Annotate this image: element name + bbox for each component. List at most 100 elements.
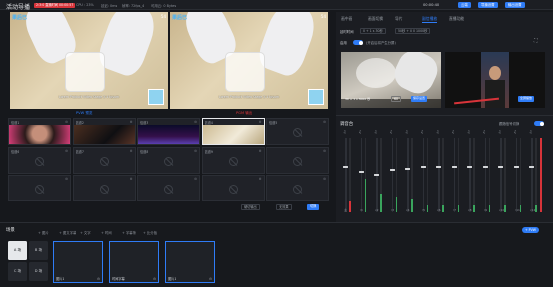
fader-knob[interactable] xyxy=(436,166,441,169)
output-settings-button[interactable]: 输出设置 xyxy=(505,2,525,8)
fader-knob[interactable] xyxy=(529,166,534,169)
settings-icon[interactable]: ⚙ xyxy=(130,120,133,124)
channel-tile[interactable]: 信道9 ⚙ xyxy=(201,146,265,174)
settings-icon[interactable]: ⚙ xyxy=(323,177,326,181)
preview-save-button[interactable]: 保存设置 xyxy=(411,96,428,102)
layer-button[interactable]: B 场 xyxy=(29,241,48,260)
scene-tool-button[interactable]: + 图文字幕 xyxy=(59,230,76,235)
headphone-icon[interactable]: ♫ xyxy=(529,130,532,134)
right-tab[interactable]: 副信播放 xyxy=(422,16,438,23)
layer-button[interactable]: D 场 xyxy=(29,262,48,281)
fader-knob[interactable] xyxy=(513,166,519,169)
cut-button[interactable]: 切换 xyxy=(307,204,320,210)
headphone-icon[interactable]: ♫ xyxy=(467,130,470,134)
level-meter-fill xyxy=(488,204,490,212)
settings-icon[interactable]: ⚙ xyxy=(130,149,133,153)
channel-tile[interactable]: 信道8 ⚙ xyxy=(137,146,200,174)
settings-icon[interactable]: ⚙ xyxy=(65,177,68,181)
channel-tile[interactable]: 信道1 ⚙ xyxy=(8,118,71,145)
channel-tile[interactable]: 信道4 ⚙ xyxy=(201,118,265,145)
channel-label: 信道5 xyxy=(269,121,278,125)
stat-cpu: CPU : 23% xyxy=(76,3,94,7)
cloud-button[interactable]: 云端 xyxy=(458,2,471,8)
scene-tool-button[interactable]: + 比分板 xyxy=(143,230,157,235)
channel-tile[interactable]: 信道6 ⚙ xyxy=(8,146,71,174)
fader-knob[interactable] xyxy=(482,166,488,169)
settings-icon[interactable]: ⚙ xyxy=(194,149,197,153)
fader-knob[interactable] xyxy=(343,166,348,169)
fader-knob[interactable] xyxy=(389,169,395,172)
layer-button[interactable]: C 场 xyxy=(8,262,27,281)
preview-volume[interactable]: 60 xyxy=(391,96,402,102)
headphone-icon[interactable]: ♫ xyxy=(359,130,362,134)
scene-card[interactable]: 图片1 ⚙ xyxy=(165,241,215,283)
headphone-icon[interactable]: ♫ xyxy=(514,130,517,134)
fader-knob[interactable] xyxy=(467,166,472,169)
director-settings-button[interactable]: 导播设置 xyxy=(478,2,498,8)
channel-tile[interactable]: ⚙ xyxy=(72,175,136,201)
settings-icon[interactable]: ⚙ xyxy=(130,177,133,181)
channel-thumbnail xyxy=(9,125,70,144)
right-tab[interactable]: 画中画 xyxy=(341,16,352,22)
channel-tile[interactable]: 信道7 ⚙ xyxy=(72,146,136,174)
headphone-icon[interactable]: ♫ xyxy=(343,130,346,134)
headphone-icon[interactable]: ♫ xyxy=(498,130,501,134)
app-title: 活动导播 xyxy=(6,4,31,11)
fader-knob[interactable] xyxy=(451,166,457,169)
enable-toggle[interactable] xyxy=(353,40,363,45)
effect-select[interactable]: 无效果 xyxy=(276,204,292,210)
delay-option-1[interactable]: 0 + 1 s 30秒 xyxy=(360,28,386,34)
scene-card[interactable]: 图片1 ⚙ xyxy=(53,241,103,283)
settings-icon[interactable]: ⚙ xyxy=(259,149,262,153)
scene-card-settings-icon[interactable]: ⚙ xyxy=(97,277,100,281)
scene-tool-button[interactable]: + 字幕条 xyxy=(122,230,136,235)
scene-card[interactable]: 时间字幕 ⚙ xyxy=(109,241,159,283)
fader-knob[interactable] xyxy=(498,166,503,169)
scene-tool-button[interactable]: + 图片 xyxy=(38,230,49,235)
scene-tool-button[interactable]: + 文字 xyxy=(80,230,91,235)
fader-knob[interactable] xyxy=(420,166,426,169)
settings-icon[interactable]: ⚙ xyxy=(323,120,326,124)
channel-tile[interactable]: ⚙ xyxy=(201,175,265,201)
channel-tile[interactable]: 信道5 ⚙ xyxy=(266,118,329,145)
follow-toggle[interactable] xyxy=(534,121,544,126)
scene-card-settings-icon[interactable]: ⚙ xyxy=(209,277,212,281)
scene-card-settings-icon[interactable]: ⚙ xyxy=(153,277,156,281)
layer-button[interactable]: A 场 xyxy=(8,241,27,260)
headphone-icon[interactable]: ♫ xyxy=(374,130,377,134)
settings-icon[interactable]: ⚙ xyxy=(259,177,262,181)
settings-icon[interactable]: ⚙ xyxy=(194,120,197,124)
headphone-icon[interactable]: ♫ xyxy=(436,130,439,134)
transition-select[interactable]: 硬切输出 xyxy=(241,204,260,210)
delay-option-2[interactable]: 50秒 + 0 0 1000秒 xyxy=(395,28,431,34)
headphone-icon[interactable]: ♫ xyxy=(390,130,393,134)
level-meter-fill xyxy=(349,200,351,212)
settings-icon[interactable]: ⚙ xyxy=(65,149,68,153)
fader-knob[interactable] xyxy=(374,173,379,176)
settings-icon[interactable]: ⚙ xyxy=(65,120,68,124)
fullscreen-play-button[interactable]: 全屏播放 xyxy=(518,96,535,102)
channel-tile[interactable]: 信道3 ⚙ xyxy=(137,118,200,145)
headphone-icon[interactable]: ♫ xyxy=(421,130,424,134)
channel-tile[interactable]: 信道2 ⚙ xyxy=(72,118,136,145)
channel-tile[interactable]: ⚙ xyxy=(8,175,71,201)
channel-tile[interactable]: ⚙ xyxy=(266,146,329,174)
headphone-icon[interactable]: ♫ xyxy=(452,130,455,134)
settings-icon[interactable]: ⚙ xyxy=(194,177,197,181)
right-tab[interactable]: 导片 xyxy=(395,16,403,22)
channel-tile[interactable]: ⚙ xyxy=(266,175,329,201)
settings-icon[interactable]: ⚙ xyxy=(323,149,326,153)
scene-tool-button[interactable]: + 时间 xyxy=(101,230,112,235)
add-to-pvw-button[interactable]: + PVW xyxy=(522,227,539,233)
fullscreen-icon[interactable]: ⛶ xyxy=(534,38,538,44)
channel-tile[interactable]: ⚙ xyxy=(137,175,200,201)
settings-icon[interactable]: ⚙ xyxy=(259,120,262,124)
headphone-icon[interactable]: ♫ xyxy=(483,130,486,134)
headphone-icon[interactable]: ♫ xyxy=(405,130,408,134)
right-tab[interactable]: 画面切换 xyxy=(368,16,383,22)
monitor-logo: 果后已 xyxy=(12,15,28,21)
fader-knob[interactable] xyxy=(405,167,410,170)
mixer-channel-label: c7 xyxy=(452,208,457,212)
channel-thumbnail xyxy=(138,125,199,144)
right-tab[interactable]: 直播功能 xyxy=(449,16,464,22)
